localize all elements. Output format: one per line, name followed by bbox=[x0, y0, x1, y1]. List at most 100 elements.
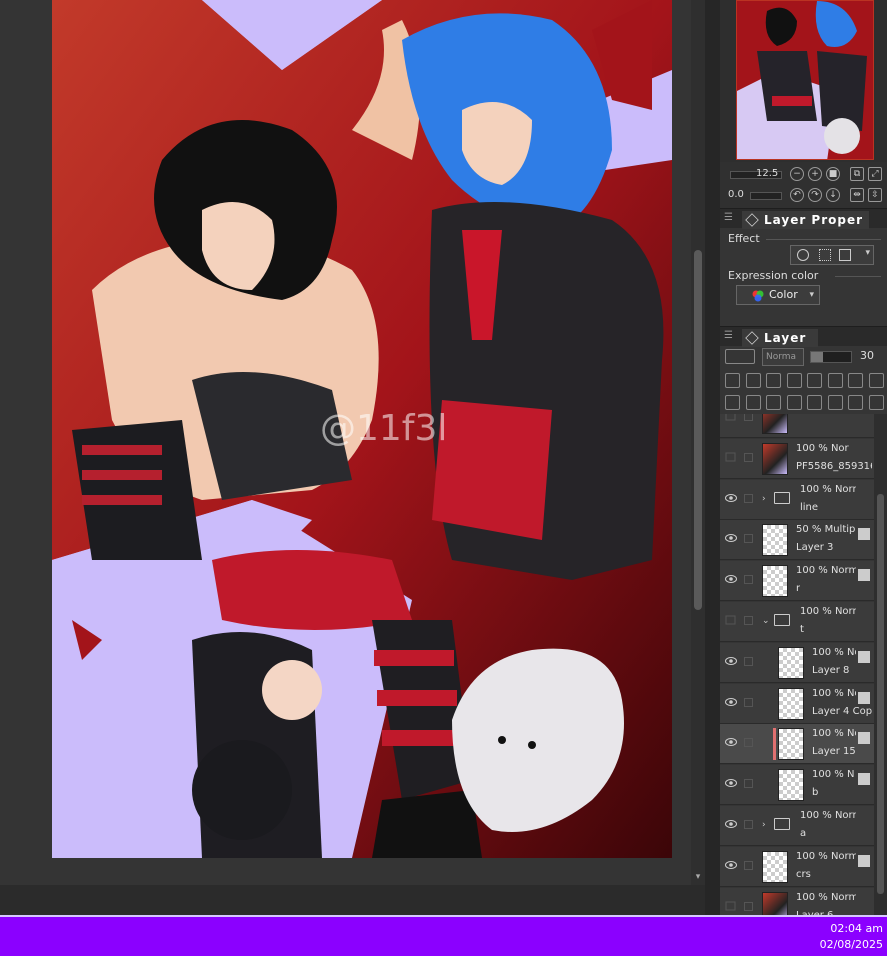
rotation-slider[interactable] bbox=[750, 192, 782, 200]
layer-panel: ☰ Layer Norma 30 100 % Nor PF5586_85931 … bbox=[720, 326, 887, 915]
opacity-slider[interactable] bbox=[810, 351, 852, 363]
canvas-vertical-scrollbar[interactable]: ▾ bbox=[691, 0, 705, 885]
new-raster-layer-icon[interactable] bbox=[725, 395, 740, 410]
lock-toggle[interactable] bbox=[744, 414, 753, 421]
lock-transparency-icon[interactable] bbox=[807, 373, 822, 388]
actual-size-icon[interactable]: ⧉ bbox=[850, 167, 864, 181]
eye-icon[interactable] bbox=[725, 656, 737, 666]
eye-icon[interactable] bbox=[725, 697, 737, 707]
lock-toggle[interactable] bbox=[744, 534, 753, 544]
layer-row[interactable]: › 100 % Normal a bbox=[720, 806, 874, 846]
app-window: @11f3l ▾ ▸ bbox=[0, 0, 887, 956]
lock-toggle[interactable] bbox=[744, 452, 753, 462]
tab-layer[interactable]: Layer bbox=[742, 329, 818, 347]
layer-row[interactable]: 100 % Normal Layer 4 Copy bbox=[720, 683, 874, 724]
create-mask-icon[interactable] bbox=[827, 395, 843, 410]
mask-icon[interactable] bbox=[827, 373, 843, 388]
lock-toggle[interactable] bbox=[744, 860, 753, 870]
tab-layer-property[interactable]: Layer Proper bbox=[742, 211, 870, 229]
taskbar-clock[interactable]: 02:04 am 02/08/2025 bbox=[820, 921, 883, 953]
reference-layer-icon[interactable] bbox=[745, 373, 761, 388]
zoom-out-icon[interactable]: − bbox=[790, 167, 804, 181]
expression-color-value: Color bbox=[769, 288, 798, 301]
layer-row[interactable]: ⌄ 100 % Normal t bbox=[720, 602, 874, 642]
eye-hidden-icon[interactable] bbox=[725, 452, 737, 462]
layer-row[interactable]: 100 % Nor PF5586_859316531 bbox=[720, 438, 874, 479]
lock-toggle[interactable] bbox=[744, 575, 753, 585]
lock-toggle[interactable] bbox=[744, 616, 753, 625]
folder-icon bbox=[774, 818, 790, 830]
blend-mode-select[interactable]: Norma bbox=[762, 348, 804, 366]
eye-hidden-icon[interactable] bbox=[725, 615, 737, 625]
chevron-right-icon[interactable]: › bbox=[762, 820, 766, 830]
transfer-down-icon[interactable] bbox=[786, 395, 802, 410]
panel-menu-icon[interactable]: ☰ bbox=[724, 331, 734, 341]
eye-icon[interactable] bbox=[725, 819, 737, 829]
draft-layer-icon[interactable] bbox=[766, 373, 781, 388]
layer-list[interactable]: b51c4df009392bc8 100 % Nor PF5586_85931653… bbox=[720, 414, 874, 915]
panel-divider[interactable] bbox=[705, 0, 720, 915]
lock-toggle[interactable] bbox=[744, 493, 753, 503]
clip-lower-layer-icon[interactable] bbox=[725, 373, 740, 388]
lock-toggle[interactable] bbox=[744, 820, 753, 829]
layer-color-toggle-icon[interactable] bbox=[868, 373, 884, 388]
fullscreen-icon[interactable]: ⤢ bbox=[868, 167, 882, 181]
lock-toggle[interactable] bbox=[744, 779, 753, 789]
delete-layer-icon[interactable] bbox=[868, 395, 884, 410]
chevron-down-icon[interactable]: ▾ bbox=[865, 248, 870, 258]
eye-icon[interactable] bbox=[725, 493, 737, 503]
rotate-left-icon[interactable]: ↶ bbox=[790, 188, 804, 202]
eye-icon[interactable] bbox=[725, 860, 737, 870]
expression-color-select[interactable]: Color ▾ bbox=[736, 285, 820, 305]
layer-row[interactable]: 100 % Normal Layer 8 bbox=[720, 642, 874, 683]
lock-toggle[interactable] bbox=[744, 697, 753, 707]
layer-color-icon[interactable] bbox=[839, 249, 851, 261]
border-effect-icon[interactable] bbox=[797, 249, 809, 261]
vertical-scroll-thumb[interactable] bbox=[694, 250, 702, 610]
layer-type-icon bbox=[858, 569, 870, 582]
merge-down-icon[interactable] bbox=[807, 395, 822, 410]
eye-icon[interactable] bbox=[725, 778, 737, 788]
eye-hidden-icon[interactable] bbox=[725, 414, 737, 421]
apply-mask-icon[interactable] bbox=[848, 395, 863, 410]
reset-rotation-icon[interactable]: ↓ bbox=[826, 188, 840, 202]
layer-row[interactable]: 100 % NormalLayer 6 bbox=[720, 887, 874, 915]
layer-icon bbox=[745, 331, 759, 345]
effect-buttons[interactable]: ▾ bbox=[790, 245, 874, 265]
layer-tool-row-1 bbox=[724, 370, 886, 392]
layer-row[interactable]: 100 % Norma r bbox=[720, 561, 874, 602]
rotate-right-icon[interactable]: ↷ bbox=[808, 188, 822, 202]
scroll-down-arrow-icon[interactable]: ▾ bbox=[693, 872, 703, 882]
new-vector-layer-icon[interactable] bbox=[745, 395, 761, 410]
flip-horizontal-icon[interactable]: ⇹ bbox=[850, 188, 864, 202]
lock-layer-icon[interactable] bbox=[786, 373, 802, 388]
navigator-preview[interactable] bbox=[736, 0, 874, 160]
flip-vertical-icon[interactable]: ⇳ bbox=[868, 188, 882, 202]
zoom-in-icon[interactable]: + bbox=[808, 167, 822, 181]
blend-toggle-button[interactable] bbox=[725, 349, 755, 364]
fit-view-icon[interactable]: ■ bbox=[826, 167, 840, 181]
layer-row[interactable]: › 100 % Normal line bbox=[720, 479, 874, 520]
tone-effect-icon[interactable] bbox=[819, 249, 831, 261]
chevron-right-icon[interactable]: › bbox=[762, 494, 766, 504]
eye-hidden-icon[interactable] bbox=[725, 901, 737, 911]
canvas-area[interactable]: @11f3l ▾ ▸ bbox=[0, 0, 705, 885]
layer-scroll-thumb[interactable] bbox=[877, 494, 884, 894]
new-folder-icon[interactable] bbox=[766, 395, 781, 410]
lock-toggle[interactable] bbox=[744, 738, 753, 748]
layer-row[interactable]: 100 % Norma Layer 15 bbox=[720, 724, 874, 765]
drawing-canvas[interactable]: @11f3l bbox=[52, 0, 672, 858]
layer-row[interactable]: 100 % N b bbox=[720, 765, 874, 806]
eye-icon[interactable] bbox=[725, 574, 737, 584]
lock-toggle[interactable] bbox=[744, 901, 753, 911]
layer-row[interactable]: 50 % Multiply Layer 3 bbox=[720, 520, 874, 561]
eye-icon[interactable] bbox=[725, 533, 737, 543]
panel-menu-icon[interactable]: ☰ bbox=[724, 213, 734, 223]
layer-row[interactable]: b51c4df009392bc8 bbox=[720, 414, 874, 438]
chevron-down-icon[interactable]: ⌄ bbox=[762, 616, 770, 626]
lock-toggle[interactable] bbox=[744, 656, 753, 666]
eye-icon[interactable] bbox=[725, 737, 737, 747]
layer-row[interactable]: 100 % Norma crs bbox=[720, 846, 874, 887]
ruler-icon[interactable] bbox=[848, 373, 863, 388]
layer-list-scrollbar[interactable] bbox=[874, 414, 887, 915]
